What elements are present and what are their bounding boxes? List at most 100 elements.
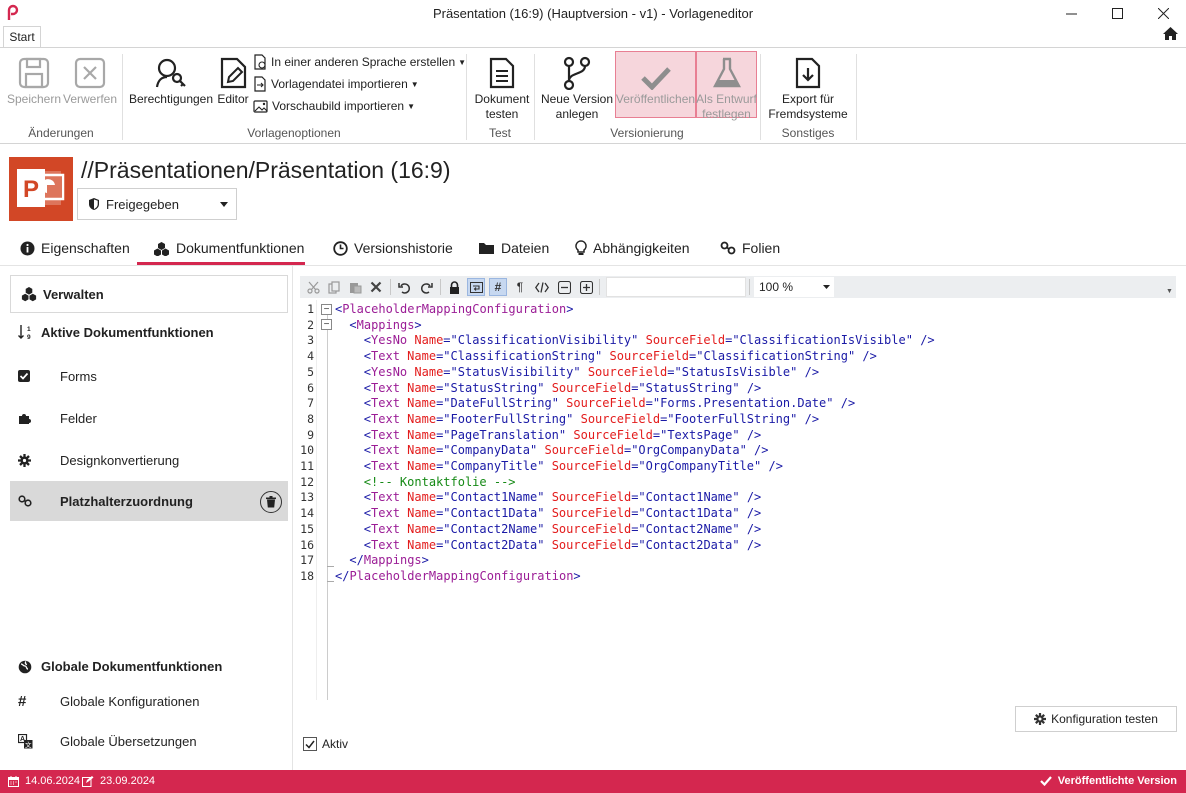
permissions-button[interactable]: Berechtigungen	[128, 52, 214, 107]
word-wrap-button[interactable]	[467, 278, 485, 296]
test-configuration-button[interactable]: Konfiguration testen	[1015, 706, 1177, 732]
list-item-placeholder-mapping[interactable]: Platzhalterzuordnung	[10, 481, 288, 521]
save-button[interactable]: Speichern	[6, 52, 62, 107]
tab-divider	[0, 265, 1186, 266]
paste-icon	[349, 282, 361, 293]
editor-icon	[218, 52, 248, 90]
line-number: 6	[307, 380, 314, 395]
list-item-global-translations[interactable]: A文 Globale Übersetzungen	[10, 721, 288, 761]
format-code-button[interactable]	[533, 278, 551, 296]
checkmark-icon	[640, 52, 671, 90]
lock-icon	[449, 280, 459, 294]
title-bar: Präsentation (16:9) (Hauptversion - v1) …	[0, 0, 1186, 27]
line-number: 11	[300, 459, 314, 473]
cut-button[interactable]	[304, 278, 322, 296]
tab-files[interactable]: Dateien	[476, 232, 551, 264]
link-icon	[18, 495, 32, 507]
list-item-forms[interactable]: Forms	[10, 356, 288, 396]
minimize-button[interactable]	[1048, 0, 1094, 27]
panel-divider	[292, 266, 293, 770]
globe-icon	[18, 660, 32, 673]
status-dropdown[interactable]: Freigegeben	[77, 188, 237, 220]
line-number: 14	[300, 506, 314, 521]
paste-button[interactable]	[346, 278, 364, 296]
line-number: 17	[300, 553, 314, 568]
export-button[interactable]: Export für Fremdsysteme	[764, 52, 852, 122]
lock-button[interactable]	[445, 278, 463, 296]
group-label-misc: Sonstiges	[781, 126, 835, 140]
import-preview-button[interactable]: Vorschaubild importieren ▼	[253, 96, 415, 116]
redo-icon	[420, 282, 433, 294]
tab-slides[interactable]: Folien	[718, 232, 782, 264]
close-button[interactable]	[1140, 0, 1186, 27]
copy-button[interactable]	[325, 278, 343, 296]
group-label-versioning: Versionierung	[610, 126, 684, 140]
line-number: 8	[307, 411, 314, 426]
toolbar-separator	[390, 279, 391, 295]
line-number: 5	[307, 364, 314, 379]
undo-icon	[397, 282, 410, 294]
checkbox-checked-icon	[303, 737, 317, 751]
editor-button[interactable]: Editor	[214, 52, 252, 107]
line-numbers-button[interactable]: #	[489, 278, 507, 296]
line-number: 16	[300, 537, 314, 552]
group-separator	[856, 54, 857, 140]
line-number: 3	[307, 333, 314, 348]
list-item-design-conversion[interactable]: Designkonvertierung	[10, 440, 288, 480]
page-title: //Präsentationen/Präsentation (16:9)	[81, 157, 451, 183]
flask-icon	[712, 52, 742, 90]
toolbar-overflow-icon[interactable]: ▼	[1166, 288, 1173, 295]
maximize-button[interactable]	[1094, 0, 1140, 27]
home-icon[interactable]	[1162, 26, 1179, 41]
branch-icon	[562, 52, 592, 90]
dropdown-caret-icon: ▼	[407, 101, 415, 111]
dropdown-caret-icon: ▼	[410, 79, 419, 89]
line-number: 7	[307, 396, 314, 411]
minus-square-icon	[557, 280, 571, 294]
code-search-input[interactable]	[606, 277, 746, 297]
code-editor[interactable]: 1 <PlaceholderMappingConfiguration> 2 <Mapp…	[298, 300, 1178, 700]
redo-button[interactable]	[417, 278, 435, 296]
delete-text-button[interactable]	[367, 278, 385, 296]
version-status: Veröffentlichte Version	[1040, 775, 1177, 787]
new-version-button[interactable]: Neue Version anlegen	[539, 52, 615, 122]
active-checkbox[interactable]: Aktiv	[303, 737, 348, 751]
publish-button[interactable]: Veröffentlichen	[615, 52, 696, 107]
calendar-icon	[8, 775, 19, 787]
tab-dependencies[interactable]: Abhängigkeiten	[573, 232, 692, 264]
ribbon: Speichern Verwerfen Änderungen Berechtig…	[0, 47, 1186, 144]
list-item-global-configurations[interactable]: # Globale Konfigurationen	[10, 681, 288, 721]
show-whitespace-button[interactable]: ¶	[511, 278, 529, 296]
collapse-all-button[interactable]	[555, 278, 573, 296]
discard-button[interactable]: Verwerfen	[62, 52, 118, 107]
scissors-icon	[306, 281, 320, 294]
set-draft-button[interactable]: Als Entwurf festlegen	[696, 52, 757, 122]
checkbox-checked-icon	[18, 370, 30, 382]
tab-properties[interactable]: Eigenschaften	[18, 232, 132, 264]
expand-all-button[interactable]	[577, 278, 595, 296]
group-label-changes: Änderungen	[28, 126, 94, 140]
cubes-icon	[21, 287, 37, 302]
zoom-select[interactable]: 100 %	[754, 277, 834, 297]
clock-icon	[333, 240, 348, 256]
tab-version-history[interactable]: Versionshistorie	[331, 232, 455, 264]
test-document-button[interactable]: Dokument testen	[470, 52, 534, 122]
folder-icon	[479, 243, 494, 254]
svg-text:9: 9	[27, 334, 31, 340]
ribbon-tab-start[interactable]: Start	[3, 26, 41, 48]
lightbulb-icon	[575, 240, 587, 255]
delete-button[interactable]	[260, 491, 282, 513]
trash-icon	[266, 496, 276, 508]
line-number: 4	[307, 349, 314, 364]
line-number: 15	[300, 521, 314, 536]
list-item-fields[interactable]: Felder	[10, 398, 288, 438]
export-file-icon	[794, 52, 822, 90]
toolbar-separator	[599, 279, 600, 295]
global-functions-heading: Globale Dokumentfunktionen	[18, 659, 222, 674]
other-language-button[interactable]: In einer anderen Sprache erstellen ▼	[253, 52, 466, 72]
import-template-button[interactable]: Vorlagendatei importieren ▼	[253, 74, 419, 94]
undo-button[interactable]	[395, 278, 413, 296]
hash-icon: #	[494, 280, 502, 294]
tab-document-functions[interactable]: Dokumentfunktionen	[151, 232, 306, 264]
manage-button[interactable]: Verwalten	[10, 275, 288, 313]
